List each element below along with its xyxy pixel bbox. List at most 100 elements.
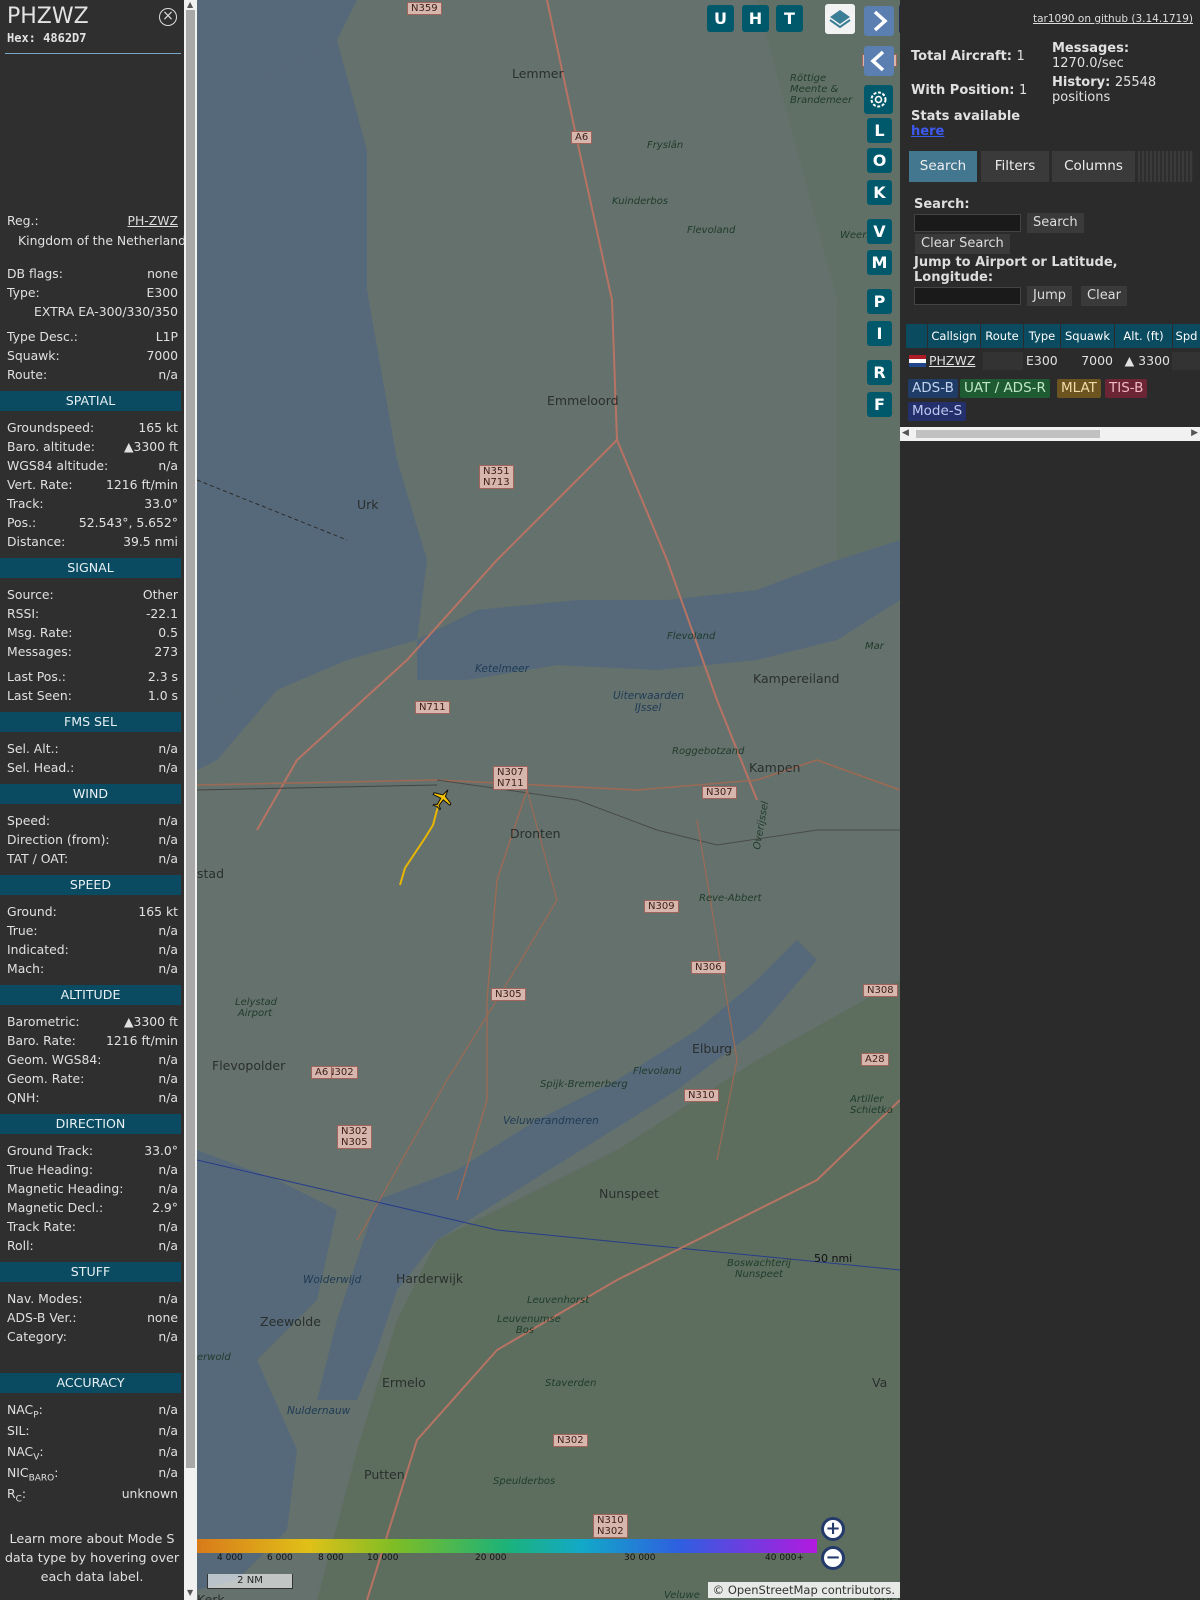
map-button-f[interactable]: F (867, 392, 892, 417)
search-input[interactable] (914, 214, 1021, 232)
map-button-l[interactable]: L (867, 118, 892, 143)
sidebar-scrollbar[interactable]: ▲ ▼ (184, 0, 197, 1600)
aircraft-callsign-title: PHZWZ (7, 4, 89, 29)
badge-mlat[interactable]: MLAT (1057, 379, 1101, 398)
jump-input[interactable] (914, 287, 1021, 305)
close-icon[interactable]: × (159, 8, 177, 26)
table-scroll-thumb[interactable] (916, 430, 1100, 438)
map-button-t[interactable]: T (776, 5, 803, 32)
map-place-label: Roggebotzand (672, 746, 745, 757)
header-route[interactable]: Route (981, 324, 1024, 348)
zoom-in-button[interactable]: + (821, 1517, 845, 1541)
map-button-u[interactable]: U (707, 5, 734, 32)
map-view[interactable]: Lemmer Emmeloord Urk Dronten Kampen Elburg Nun… (197, 0, 900, 1600)
hex-value: 4862D7 (43, 31, 87, 45)
road-shield: N310 N302 (593, 1514, 628, 1538)
map-place-label: stad (197, 866, 225, 881)
total-aircraft-label: Total Aircraft: (911, 49, 1012, 64)
clear-search-button[interactable]: Clear Search (915, 234, 1010, 254)
clear-jump-button[interactable]: Clear (1081, 286, 1127, 306)
map-button-k[interactable]: K (867, 180, 892, 205)
spatial-label: Vert. Rate: (7, 477, 73, 492)
map-button-m[interactable]: M (867, 250, 892, 275)
map-place-label: Zeewolde (260, 1314, 321, 1329)
expand-panel-icon[interactable] (864, 6, 894, 36)
map-place-label: Kampen (749, 760, 801, 775)
stats-label: Stats available (911, 109, 1021, 124)
section-altitude: ALTITUDE (0, 985, 181, 1005)
layers-icon[interactable] (825, 4, 855, 34)
header-callsign[interactable]: Callsign (928, 324, 981, 348)
accuracy-label: NICBARO: (7, 1465, 59, 1484)
right-panel: tar1090 on github (3.14.1719) Total Airc… (900, 0, 1200, 1600)
info-row-squawk: Squawk: 7000 (0, 346, 181, 365)
dbflags-label: DB flags: (7, 266, 63, 281)
map-button-p[interactable]: P (867, 289, 892, 314)
stuff-label: Category: (7, 1329, 67, 1344)
aircraft-marker-icon[interactable] (429, 786, 455, 812)
signal-value: Other (142, 587, 178, 602)
map-button-h[interactable]: H (742, 5, 769, 32)
scroll-up-icon[interactable]: ▲ (187, 0, 193, 9)
badge-tisb[interactable]: TIS-B (1105, 379, 1148, 398)
github-link[interactable]: tar1090 on github (3.14.1719) (1033, 13, 1193, 25)
map-button-i[interactable]: I (867, 321, 892, 346)
tab-search[interactable]: Search (909, 151, 977, 182)
range-ring-label: 50 nmi (814, 1252, 853, 1265)
map-attribution: © OpenStreetMap contributors. (707, 1582, 900, 1598)
search-button[interactable]: Search (1027, 213, 1084, 233)
type-value: E300 (146, 285, 178, 300)
altitude-legend-label: 20 000 (475, 1553, 507, 1563)
tab-extra[interactable] (1138, 151, 1194, 182)
spatial-row: Pos.: 52.543°, 5.652° (0, 513, 181, 532)
section-accuracy: ACCURACY (0, 1373, 181, 1393)
squawk-value: 7000 (146, 348, 178, 363)
header-type[interactable]: Type (1024, 324, 1061, 348)
row-squawk: 7000 (1081, 353, 1113, 368)
scroll-left-icon[interactable]: ◀ (902, 428, 909, 438)
section-speed: SPEED (0, 875, 181, 895)
scroll-right-icon[interactable]: ▶ (1191, 428, 1198, 438)
direction-label: Roll: (7, 1238, 34, 1253)
reg-link[interactable]: PH-ZWZ (128, 213, 179, 228)
header-altitude[interactable]: Alt. (ft) (1115, 324, 1173, 348)
altitude-label: Baro. Rate: (7, 1033, 76, 1048)
fms-label: Sel. Head.: (7, 760, 75, 775)
header-squawk[interactable]: Squawk (1061, 324, 1115, 348)
zoom-out-button[interactable]: − (821, 1546, 845, 1570)
altitude-list: Barometric: ▲3300 ft Baro. Rate: 1216 ft/mi… (0, 1012, 181, 1107)
altitude-row: Baro. Rate: 1216 ft/min (0, 1031, 181, 1050)
messages-label: Messages: (1052, 41, 1130, 56)
direction-row: Magnetic Heading: n/a (0, 1179, 181, 1198)
map-place-label: Kuinderbos (612, 196, 669, 207)
altitude-color-legend: 4 000 6 000 8 000 10 000 20 000 30 000 40 000+ (197, 1538, 817, 1574)
sidebar-scroll-thumb[interactable] (186, 10, 195, 1468)
accuracy-row: NICBARO: n/a (0, 1463, 181, 1484)
badge-modes[interactable]: Mode-S (908, 402, 967, 421)
altitude-row: Geom. WGS84: n/a (0, 1050, 181, 1069)
map-place-label: Fryslân (647, 140, 684, 151)
scroll-down-icon[interactable]: ▼ (187, 1588, 193, 1597)
badge-adsb[interactable]: ADS-B (908, 379, 958, 398)
collapse-panel-icon[interactable] (864, 46, 894, 76)
with-position-value: 1 (1019, 83, 1028, 98)
header-speed[interactable]: Spd (1173, 324, 1200, 348)
table-horizontal-scrollbar[interactable]: ◀ ▶ (900, 427, 1200, 441)
map-place-label: Kampereiland (753, 671, 840, 686)
speed-value: n/a (158, 942, 178, 957)
map-button-r[interactable]: R (867, 360, 892, 385)
info-footer-text: Learn more about Mode S data type by hov… (4, 1532, 180, 1585)
stats-here-link[interactable]: here (911, 124, 944, 139)
map-button-o[interactable]: O (867, 148, 892, 173)
jump-button[interactable]: Jump (1027, 286, 1072, 306)
tab-filters[interactable]: Filters (981, 151, 1049, 182)
map-button-v[interactable]: V (867, 219, 892, 244)
settings-gear-icon[interactable] (864, 85, 893, 114)
row-callsign[interactable]: PHZWZ (929, 352, 975, 370)
badge-uat[interactable]: UAT / ADS-R (960, 379, 1050, 398)
info-row-type-full: EXTRA EA-300/330/350 (0, 302, 181, 321)
road-shield: N305 (491, 988, 526, 1001)
road-shield: N359 (407, 2, 442, 15)
tab-columns[interactable]: Columns (1052, 151, 1135, 182)
map-place-label: Lelystad Airport (235, 997, 278, 1019)
